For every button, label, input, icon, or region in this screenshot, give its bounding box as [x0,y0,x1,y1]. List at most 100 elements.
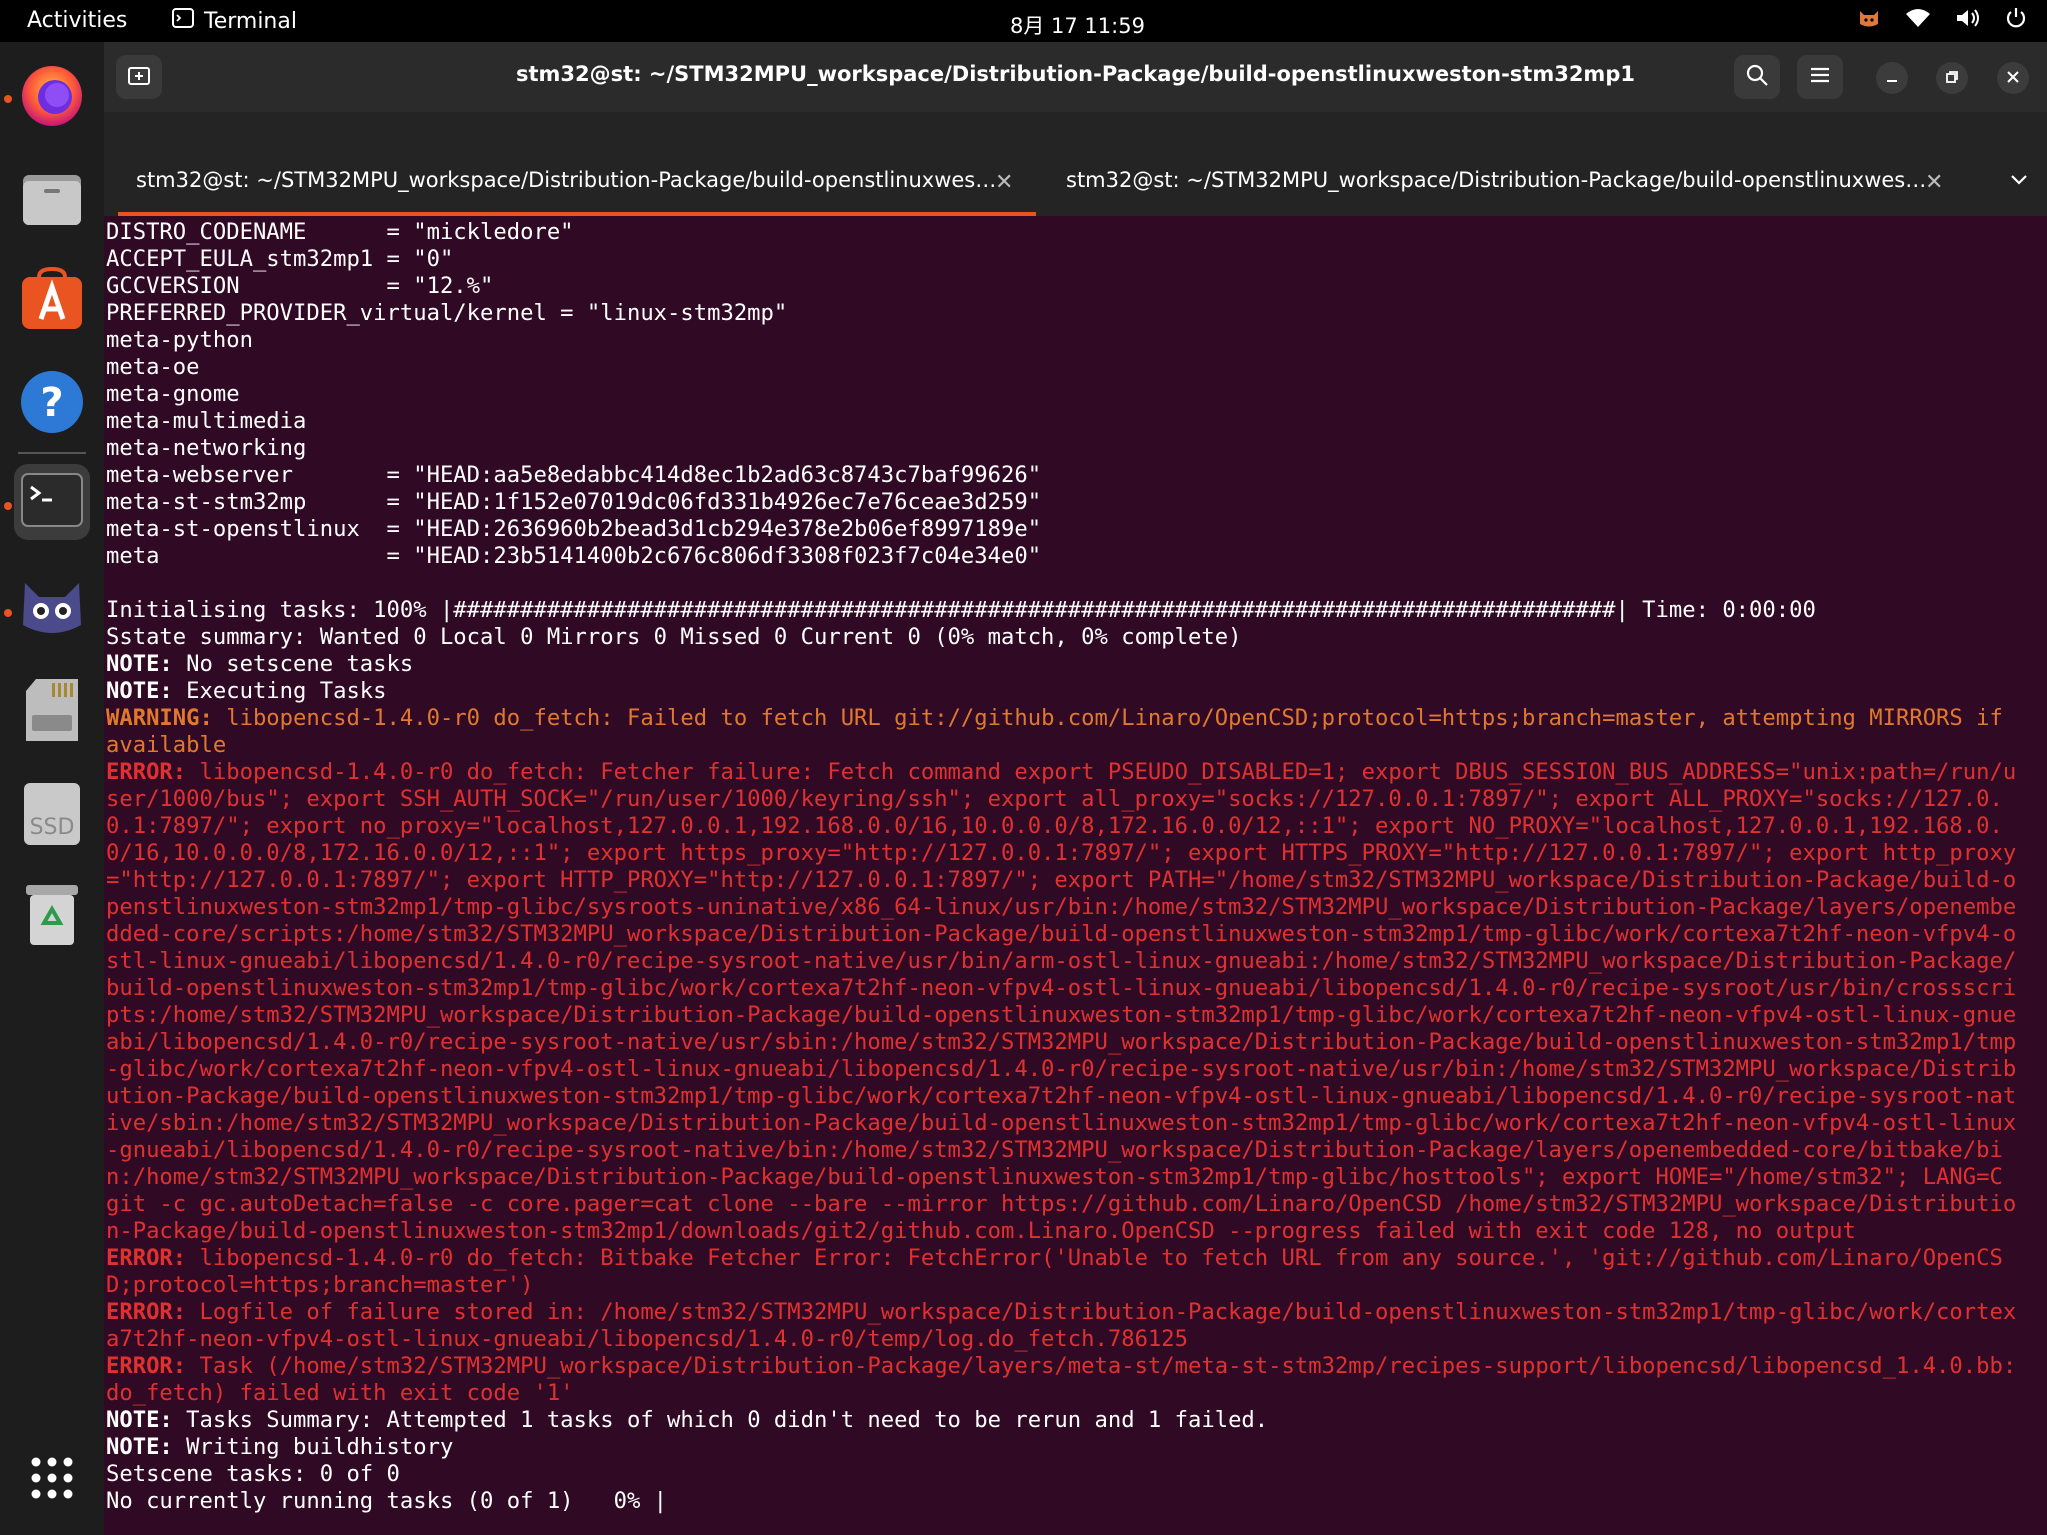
activities-button[interactable]: Activities [27,8,127,33]
wifi-icon[interactable] [1905,7,1931,29]
terminal-line: meta-st-openstlinux = "HEAD:2636960b2bea… [106,516,1042,542]
terminal-line: ACCEPT_EULA_stm32mp1 = "0" [106,246,454,272]
tab-close-icon[interactable]: ✕ [1925,170,1943,195]
dock-help[interactable]: ? [14,366,90,442]
cat-tray-icon[interactable] [1857,7,1881,29]
app-menu-label: Terminal [204,8,297,34]
terminal-line: No currently running tasks (0 of 1) 0% | [106,1488,668,1514]
warning-text: libopencsd-1.4.0-r0 do_fetch: Failed to … [106,705,2017,758]
note-label: NOTE: [106,678,173,704]
terminal-line: meta-st-stm32mp = "HEAD:1f152e07019dc06f… [106,489,1042,515]
warning-label: WARNING: [106,705,213,731]
terminal-line: meta-networking [106,435,307,461]
dock-sd-card[interactable] [14,674,90,750]
minimize-button[interactable] [1876,62,1908,94]
dock-files[interactable] [14,162,90,238]
dock-app-center[interactable] [14,264,90,340]
close-button[interactable] [1997,62,2029,94]
power-icon[interactable] [2005,7,2027,29]
clock[interactable]: 8月 17 11:59 [1010,10,1145,40]
terminal-line: meta-gnome [106,381,240,407]
ssd-label: SSD [29,815,75,840]
note-line: NOTE: Executing Tasks [106,678,2046,705]
minimize-icon [1885,69,1899,88]
error-label: ERROR: [106,759,187,785]
terminal-window: stm32@st: ~/STM32MPU_workspace/Distribut… [104,42,2047,1535]
files-icon [19,165,85,235]
note-text: Writing buildhistory [172,1434,454,1460]
error-line: ERROR: libopencsd-1.4.0-r0 do_fetch: Bit… [106,1245,2028,1299]
error-label: ERROR: [106,1299,187,1325]
app-center-icon [19,266,85,337]
terminal-line: meta-webserver = "HEAD:aa5e8edabbc414d8e… [106,462,1042,488]
tab-2[interactable]: stm32@st: ~/STM32MPU_workspace/Distribut… [1036,112,1968,216]
terminal-line: Sstate summary: Wanted 0 Local 0 Mirrors… [106,624,1242,650]
note-line: NOTE: Writing buildhistory [106,1434,2046,1461]
error-text: libopencsd-1.4.0-r0 do_fetch: Fetcher fa… [106,759,2017,1244]
error-line: ERROR: Logfile of failure stored in: /ho… [106,1299,2028,1353]
svg-text:?: ? [40,380,63,426]
active-tab-indicator [118,212,1036,216]
terminal-line: DISTRO_CODENAME = "mickledore" [106,219,574,245]
note-line: NOTE: No setscene tasks [106,651,2046,678]
terminal-icon [21,473,83,531]
tab-label: stm32@st: ~/STM32MPU_workspace/Distribut… [1066,168,1927,192]
note-label: NOTE: [106,651,173,677]
close-icon [2006,69,2020,88]
note-label: NOTE: [106,1407,173,1433]
firefox-icon [19,63,85,133]
note-text: Executing Tasks [172,678,387,704]
tab-bar: stm32@st: ~/STM32MPU_workspace/Distribut… [104,112,2047,216]
terminal-output[interactable]: DISTRO_CODENAME = "mickledore" ACCEPT_EU… [106,219,2046,1535]
dock-firefox[interactable] [14,60,90,136]
search-button[interactable] [1734,55,1780,99]
dock-cat-app[interactable] [14,572,90,648]
ssd-icon: SSD [22,781,82,847]
restore-button[interactable] [1936,62,1968,94]
tab-label: stm32@st: ~/STM32MPU_workspace/Distribut… [136,168,997,192]
help-icon: ? [19,369,85,439]
terminal-line: meta-multimedia [106,408,307,434]
menu-button[interactable] [1797,55,1843,99]
terminal-line: PREFERRED_PROVIDER_virtual/kernel = "lin… [106,300,788,326]
error-line: ERROR: Task (/home/stm32/STM32MPU_worksp… [106,1353,2028,1407]
running-indicator [4,502,12,510]
error-text: Logfile of failure stored in: /home/stm3… [106,1299,2017,1352]
search-icon [1745,63,1769,91]
running-indicator [4,609,12,617]
terminal-line: GCCVERSION = "12.%" [106,273,494,299]
error-text: Task (/home/stm32/STM32MPU_workspace/Dis… [106,1353,2017,1406]
dock-terminal[interactable] [14,464,90,540]
error-line: ERROR: libopencsd-1.4.0-r0 do_fetch: Fet… [106,759,2028,1245]
show-apps-button[interactable] [14,1442,90,1518]
tab-1[interactable]: stm32@st: ~/STM32MPU_workspace/Distribut… [104,112,1036,216]
dock: ? SSD [0,42,104,1535]
volume-icon[interactable] [1955,7,1981,29]
app-menu[interactable]: Terminal [172,8,297,34]
warning-line: WARNING: libopencsd-1.4.0-r0 do_fetch: F… [106,705,2028,759]
note-label: NOTE: [106,1434,173,1460]
restore-icon [1945,69,1959,88]
header-bar: stm32@st: ~/STM32MPU_workspace/Distribut… [104,42,2047,112]
note-text: No setscene tasks [172,651,414,677]
note-text: Tasks Summary: Attempted 1 tasks of whic… [172,1407,1269,1433]
dock-separator [18,452,86,454]
chevron-down-icon[interactable] [2009,172,2029,191]
terminal-app-icon [172,8,194,34]
terminal-line: Setscene tasks: 0 of 0 [106,1461,400,1487]
cat-icon [19,575,85,645]
tab-close-icon[interactable]: ✕ [995,170,1013,195]
dock-trash[interactable] [14,878,90,954]
error-label: ERROR: [106,1245,187,1271]
dock-ssd[interactable]: SSD [14,776,90,852]
trash-icon [24,881,80,951]
sd-card-icon [22,677,82,747]
error-label: ERROR: [106,1353,187,1379]
error-text: libopencsd-1.4.0-r0 do_fetch: Bitbake Fe… [106,1245,2003,1298]
running-indicator [4,95,12,103]
hamburger-icon [1809,66,1831,88]
terminal-line: meta-oe [106,354,200,380]
top-bar: Activities Terminal 8月 17 11:59 [0,0,2047,42]
system-tray[interactable] [1857,7,2027,29]
